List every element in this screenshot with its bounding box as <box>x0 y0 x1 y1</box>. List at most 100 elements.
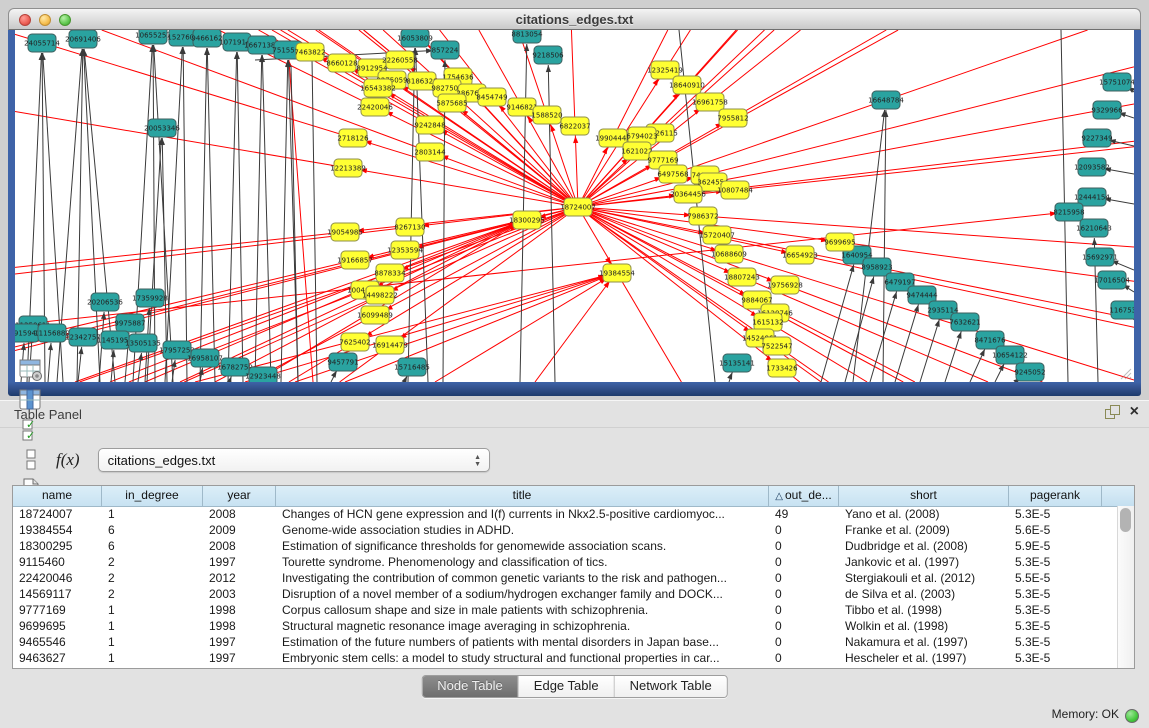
graph-node[interactable]: 16210643 <box>1076 219 1112 237</box>
clear-selection-icon[interactable] <box>16 445 46 475</box>
graph-node[interactable]: 20053346 <box>144 119 180 137</box>
graph-node[interactable]: 10655257 <box>135 30 171 44</box>
table-row[interactable]: 969969511998Structural magnetic resonanc… <box>13 618 1118 634</box>
graph-node[interactable]: 8215958 <box>1053 203 1084 221</box>
graph-node[interactable]: 7522547 <box>761 337 792 355</box>
graph-node[interactable]: 15692971 <box>1082 248 1118 266</box>
graph-node[interactable]: 16914479 <box>372 336 408 354</box>
graph-node[interactable]: 7986372 <box>687 207 718 225</box>
table-row[interactable]: 2242004622012Investigating the contribut… <box>13 570 1118 586</box>
tab-edge-table[interactable]: Edge Table <box>519 676 615 697</box>
graph-node[interactable]: 10807484 <box>717 181 753 199</box>
table-row[interactable]: 1938455462009Genome-wide association stu… <box>13 522 1118 538</box>
graph-node[interactable]: 9242848 <box>414 116 445 134</box>
graph-node[interactable]: 18300295 <box>509 211 545 229</box>
tab-node-table[interactable]: Node Table <box>422 676 519 697</box>
column-header-year[interactable]: year <box>203 486 276 506</box>
graph-node[interactable]: 22260558 <box>382 51 418 69</box>
graph-node[interactable]: 12213389 <box>330 159 366 177</box>
graph-node[interactable]: 19166857 <box>337 251 373 269</box>
graph-node[interactable]: 10688609 <box>711 245 747 263</box>
graph-node[interactable]: 8454749 <box>476 88 507 106</box>
graph-node[interactable]: 16543382 <box>360 79 396 97</box>
graph-node[interactable]: 15751074 <box>1099 73 1134 91</box>
graph-node[interactable]: 1167533 <box>1109 301 1134 319</box>
table-row[interactable]: 911546021997Tourette syndrome. Phenomeno… <box>13 554 1118 570</box>
graph-node[interactable]: 8267130 <box>394 218 425 236</box>
graph-node[interactable]: 20691406 <box>65 30 101 48</box>
graph-node[interactable]: 12923448 <box>245 367 281 382</box>
column-header-pagerank[interactable]: pagerank <box>1009 486 1102 506</box>
column-header-title[interactable]: title <box>276 486 769 506</box>
graph-node[interactable]: 1588520 <box>531 106 562 124</box>
graph-node[interactable]: 18724007 <box>560 198 596 216</box>
graph-node[interactable]: 19756928 <box>767 276 803 294</box>
graph-node[interactable]: 24055714 <box>24 34 60 52</box>
select-all-icon[interactable]: ✓✓ <box>16 415 46 445</box>
memory-status-icon[interactable] <box>1125 709 1139 723</box>
table-row[interactable]: 946362711997Embryonic stem cells: a mode… <box>13 650 1118 666</box>
graph-node[interactable]: 9975887 <box>114 314 145 332</box>
graph-node[interactable]: 13505135 <box>125 334 161 352</box>
graph-node[interactable]: 7463822 <box>294 43 325 61</box>
canvas-resize-grip[interactable] <box>1120 368 1132 380</box>
graph-node[interactable]: 18807243 <box>724 268 760 286</box>
graph-node[interactable]: 8813054 <box>511 30 543 43</box>
graph-node[interactable]: 7625402 <box>339 333 370 351</box>
graph-node[interactable]: 20364456 <box>670 185 706 203</box>
graph-node[interactable]: 9457791 <box>327 353 358 371</box>
table-select-combobox[interactable]: citations_edges.txt ▲▼ <box>98 448 490 472</box>
scrollbar-thumb[interactable] <box>1120 508 1131 532</box>
graph-node[interactable]: 6497568 <box>657 165 688 183</box>
graph-node[interactable]: 15716485 <box>394 358 430 376</box>
show-columns-icon[interactable] <box>16 385 46 415</box>
graph-node[interactable]: 19054985 <box>327 223 363 241</box>
graph-node[interactable]: 8660128 <box>326 54 357 72</box>
graph-node[interactable]: 7955812 <box>717 109 748 127</box>
column-header-name[interactable]: name <box>13 486 102 506</box>
graph-node[interactable]: 9245052 <box>1014 363 1045 381</box>
graph-node[interactable]: 9218506 <box>532 46 564 64</box>
function-builder-icon[interactable]: f(x) <box>56 450 80 470</box>
table-row[interactable]: 1830029562008Estimation of significance … <box>13 538 1118 554</box>
graph-node[interactable]: 2803144 <box>414 143 446 161</box>
network-window-titlebar[interactable]: citations_edges.txt <box>8 8 1141 30</box>
graph-node[interactable]: 16648784 <box>868 91 904 109</box>
column-header-in-degree[interactable]: in_degree <box>102 486 203 506</box>
table-settings-icon[interactable] <box>16 355 46 385</box>
graph-node[interactable]: 14498222 <box>362 286 398 304</box>
graph-node[interactable]: 9699695 <box>824 233 855 251</box>
graph-node[interactable]: 12093582 <box>1074 158 1110 176</box>
graph-node[interactable]: 16099489 <box>357 306 393 324</box>
float-panel-icon[interactable] <box>1105 405 1120 419</box>
network-view-canvas[interactable]: 2405571420691406106552571527602946616210… <box>15 30 1134 382</box>
table-row[interactable]: 1872400712008Changes of HCN gene express… <box>13 506 1118 522</box>
graph-node[interactable]: 6822037 <box>559 117 590 135</box>
graph-node[interactable]: 16961758 <box>692 93 728 111</box>
column-header-short[interactable]: short <box>839 486 1009 506</box>
graph-node[interactable]: 9329966 <box>1091 101 1123 119</box>
graph-node[interactable]: 7632621 <box>949 313 980 331</box>
table-row[interactable]: 977716911998Corpus callosum shape and si… <box>13 602 1118 618</box>
table-row[interactable]: 1456911722003Disruption of a novel membe… <box>13 586 1118 602</box>
graph-node[interactable]: 16053809 <box>397 30 433 47</box>
graph-node[interactable]: 18640910 <box>669 76 705 94</box>
tab-network-table[interactable]: Network Table <box>615 676 727 697</box>
graph-node[interactable]: 12353594 <box>387 241 423 259</box>
graph-node[interactable]: 16654923 <box>782 246 818 264</box>
graph-node[interactable]: 1615132 <box>752 313 783 331</box>
table-vertical-scrollbar[interactable] <box>1117 506 1134 668</box>
graph-node[interactable]: 857224 <box>431 41 459 59</box>
graph-node[interactable]: 17359928 <box>132 289 168 307</box>
graph-node[interactable]: 8878334 <box>374 264 406 282</box>
graph-node[interactable]: 10654122 <box>992 346 1028 364</box>
graph-node[interactable]: 2718126 <box>337 129 369 147</box>
graph-node[interactable]: 9466162 <box>191 30 222 47</box>
graph-node[interactable]: 17016504 <box>1094 271 1130 289</box>
table-row[interactable]: 946554611997Estimation of the future num… <box>13 634 1118 650</box>
graph-node[interactable]: 9227349 <box>1081 129 1112 147</box>
graph-node[interactable]: 15135141 <box>719 354 755 372</box>
graph-node[interactable]: 1733426 <box>766 359 798 377</box>
graph-node[interactable]: 19384554 <box>599 264 635 282</box>
graph-node[interactable]: 15720407 <box>699 226 735 244</box>
